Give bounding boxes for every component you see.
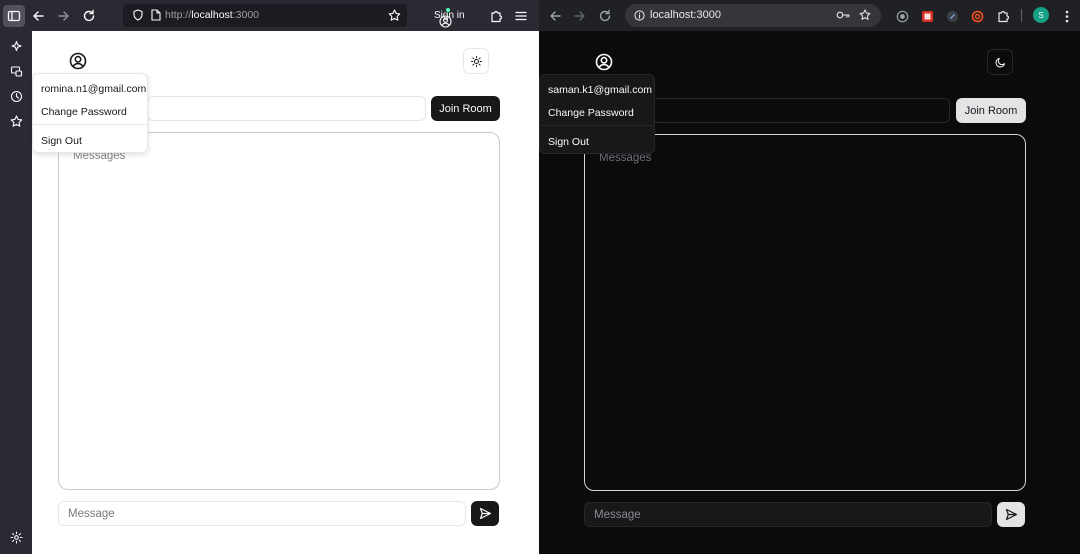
extension-orange-swirl-icon[interactable] <box>966 5 988 27</box>
password-key-icon[interactable] <box>834 6 852 24</box>
notification-dot <box>446 8 450 12</box>
extensions-icon[interactable] <box>485 5 507 27</box>
user-circle-icon[interactable] <box>67 50 89 72</box>
extension-red-icon[interactable] <box>916 5 938 27</box>
reload-icon[interactable] <box>594 5 616 27</box>
profile-avatar[interactable]: S <box>1033 7 1049 23</box>
send-icon <box>1005 508 1018 521</box>
messages-area: Messages <box>584 134 1026 491</box>
bookmark-star-icon[interactable] <box>384 5 404 25</box>
url-text[interactable]: localhost:3000 <box>650 9 721 21</box>
send-icon <box>479 507 492 520</box>
user-email: romina.n1@gmail.com <box>41 83 147 95</box>
sidebar-settings-gear-icon[interactable] <box>5 526 27 548</box>
menu-hamburger-icon[interactable] <box>510 5 532 27</box>
url-text[interactable]: http://localhost:3000 <box>165 9 259 21</box>
chat-app-light: Join Room Messages Message romina.n1@gma… <box>32 31 539 554</box>
forward-arrow-icon[interactable] <box>53 5 75 27</box>
forward-arrow-icon[interactable] <box>569 5 591 27</box>
theme-toggle-button[interactable] <box>987 49 1013 75</box>
sun-icon <box>470 55 482 67</box>
theme-toggle-button[interactable] <box>463 48 489 74</box>
send-button[interactable] <box>471 501 499 526</box>
toolbar-divider <box>1021 9 1022 22</box>
bookmark-star-icon[interactable] <box>856 6 874 24</box>
send-button[interactable] <box>997 502 1025 527</box>
page-info-icon[interactable] <box>146 5 166 25</box>
user-email: saman.k1@gmail.com <box>548 84 653 96</box>
extensions-puzzle-icon[interactable] <box>992 5 1014 27</box>
firefox-window: http://localhost:3000 Sign in Join Room … <box>0 0 539 554</box>
firefox-sidebar <box>0 31 32 554</box>
change-password-menu-item[interactable]: Change Password <box>41 106 127 118</box>
join-room-button[interactable]: Join Room <box>431 96 500 121</box>
sign-out-menu-item[interactable]: Sign Out <box>548 136 589 148</box>
messages-area: Messages <box>58 132 500 490</box>
chrome-menu-icon[interactable] <box>1056 5 1078 27</box>
bookmarks-star-icon[interactable] <box>5 110 27 132</box>
change-password-menu-item[interactable]: Change Password <box>548 107 634 119</box>
user-dropdown-menu: saman.k1@gmail.com Change Password Sign … <box>539 74 655 154</box>
sidebar-toggle-icon[interactable] <box>3 5 25 27</box>
extension-target-icon[interactable] <box>891 5 913 27</box>
reload-icon[interactable] <box>78 5 100 27</box>
back-arrow-icon[interactable] <box>544 5 566 27</box>
ai-sparkle-icon[interactable] <box>5 35 27 57</box>
sign-out-menu-item[interactable]: Sign Out <box>41 135 82 147</box>
chrome-window: localhost:3000 S Join Room Messages Mess… <box>539 0 1080 554</box>
message-input[interactable]: Message <box>584 502 992 527</box>
chrome-toolbar: localhost:3000 S <box>539 0 1080 31</box>
synced-tabs-icon[interactable] <box>5 60 27 82</box>
omnibox[interactable]: localhost:3000 <box>625 4 881 27</box>
join-room-button[interactable]: Join Room <box>956 98 1026 123</box>
account-icon <box>434 10 456 32</box>
chat-app-dark: Join Room Messages Message saman.k1@gmai… <box>539 31 1080 554</box>
site-info-icon[interactable] <box>630 6 648 24</box>
menu-divider <box>540 125 654 126</box>
tracking-shield-icon[interactable] <box>128 5 148 25</box>
message-input[interactable]: Message <box>58 501 466 526</box>
menu-divider <box>33 124 147 125</box>
page-content-light: Join Room Messages Message romina.n1@gma… <box>32 31 539 554</box>
room-input[interactable] <box>147 96 426 121</box>
page-content-dark: Join Room Messages Message saman.k1@gmai… <box>539 31 1080 554</box>
history-clock-icon[interactable] <box>5 85 27 107</box>
sign-in-button[interactable]: Sign in <box>430 5 471 28</box>
user-circle-icon[interactable] <box>593 51 615 73</box>
url-bar[interactable]: http://localhost:3000 <box>123 4 407 27</box>
room-input[interactable] <box>652 98 950 123</box>
back-arrow-icon[interactable] <box>27 5 49 27</box>
moon-icon <box>995 57 1006 68</box>
firefox-toolbar: http://localhost:3000 Sign in <box>0 0 539 31</box>
extension-dark-circle-icon[interactable] <box>941 5 963 27</box>
user-dropdown-menu: romina.n1@gmail.com Change Password Sign… <box>32 73 148 153</box>
